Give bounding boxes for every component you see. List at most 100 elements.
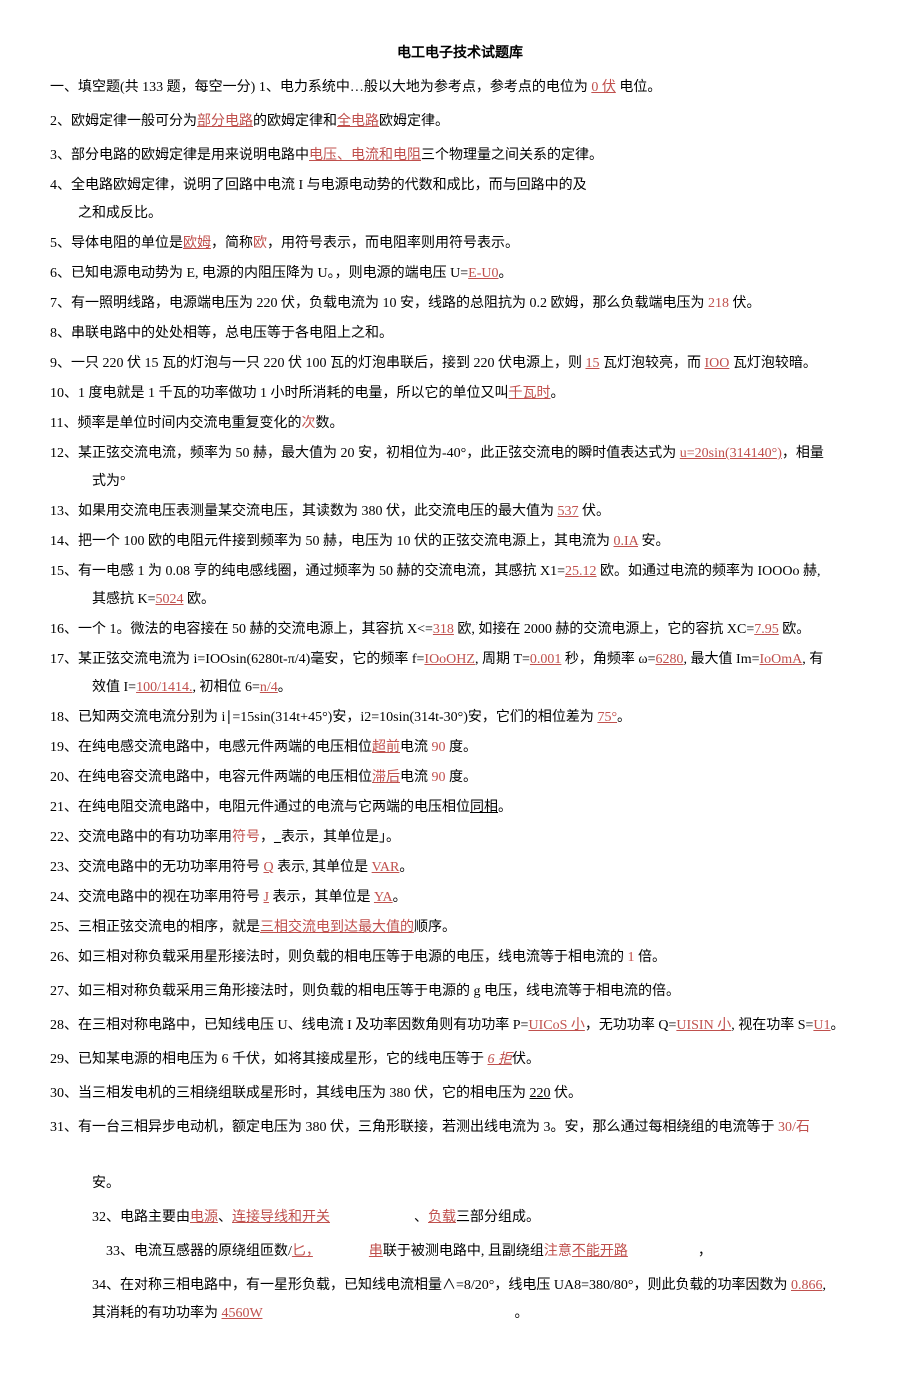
t: 度。 [446,770,478,785]
t: 5、导体电阻的单位是 [50,236,183,251]
q32: 32、电路主要由电源、连接导线和开关 、负载三部分组成。 [50,1204,870,1232]
q7: 7、有一照明线路，电源端电压为 220 伏，负载电流为 10 安，线路的总阻抗为… [50,290,870,318]
q31: 31、有一台三相异步电动机，额定电压为 380 伏，三角形联接，若测出线电流为 … [50,1114,870,1198]
t: 14、把一个 100 欧的电阻元件接到频率为 50 赫，电压为 10 伏的正弦交… [50,534,614,549]
a: 注意 [544,1244,572,1259]
t: 30、当三相发电机的三相绕组联成星形时，其线电压为 380 伏，它的相电压为 [50,1086,530,1101]
t: 联于被测电路中, 且副绕组 [383,1244,544,1259]
a: u=20sin(314140°) [680,446,782,461]
a: UISIN 小 [676,1018,731,1033]
t: 其消耗的有功功率为 [92,1306,222,1321]
t: 伏。 [512,1052,540,1067]
t: 9、一只 220 伏 15 瓦的灯泡与一只 220 伏 100 瓦的灯泡串联后，… [50,356,586,371]
t: 11、频率是单位时间内交流电重复变化的 [50,416,301,431]
a: 滞后 [372,770,400,785]
t: 、 [218,1210,232,1225]
a: 6280 [656,652,684,667]
t: 20、在纯电容交流电路中，电容元件两端的电压相位 [50,770,372,785]
u: _ [274,830,281,845]
q34: 34、在对称三相电路中，有一星形负载，已知线电流相量∧=8/20°，线电压 UA… [50,1272,870,1328]
t: 23、交流电路中的无功功率用符号 [50,860,264,875]
a: E-U0 [468,266,498,281]
t: 表示, 其单位是 [274,860,372,875]
t: 表示，其单位是 [269,890,374,905]
t: 伏。 [729,296,761,311]
q1-suf: 电位。 [616,80,662,95]
t: , 最大值 Im= [684,652,760,667]
q29: 29、已知某电源的相电压为 6 千伏，如将其接成星形，它的线电压等于 6 拒伏。 [50,1046,870,1074]
q25: 25、三相正弦交流电的相序，就是三相交流电到达最大值的顺序。 [50,914,870,942]
a: UICoS 小 [528,1018,584,1033]
t: 三个物理量之间关系的定律。 [421,148,603,163]
a: 7.95 [754,622,779,637]
t: , 视在功率 S= [731,1018,813,1033]
q4: 4、全电路欧姆定律，说明了回路中电流 I 与电源电动势的代数和成比，而与回路中的… [50,172,870,228]
a: 537 [558,504,579,519]
t: 8、串联电路中的处处相等，总电压等于各电阻上之和。 [50,326,393,341]
t: , 有 [802,652,823,667]
t: 伏。 [551,1086,583,1101]
q21: 21、在纯电阻交流电路中，电阻元件通过的电流与它两端的电压相位同相。 [50,794,870,822]
t: 顺序。 [414,920,456,935]
t: 欧姆定律。 [379,114,449,129]
a: 5024 [156,592,184,607]
a: IOO [705,356,730,371]
q5: 5、导体电阻的单位是欧姆，简称欧，用符号表示，而电阻率则用符号表示。 [50,230,870,258]
q24: 24、交流电路中的视在功率用符号 J 表示，其单位是 YA。 [50,884,870,912]
t: 瓦灯泡较亮，而 [600,356,705,371]
document-title: 电工电子技术试题库 [50,40,870,68]
q10: 10、1 度电就是 1 千瓦的功率做功 1 小时所消耗的电量，所以它的单位又叫千… [50,380,870,408]
q1: 一、填空题(共 133 题，每空一分) 1、电力系统中…般以大地为参考点，参考点… [50,74,870,102]
t: 4、全电路欧姆定律，说明了回路中电流 I 与电源电动势的代数和成比，而与回路中的… [50,178,587,193]
a: 超前 [372,740,400,755]
a: 0.866 [791,1278,823,1293]
t: 、 [414,1210,428,1225]
t: 。 [399,860,413,875]
q27: 27、如三相对称负载采用三角形接法时，则负载的相电压等于电源的 g 电压，线电流… [50,978,870,1006]
a: YA [374,890,393,905]
a: 90 [432,770,446,785]
q12: 12、某正弦交流电流，频率为 50 赫，最大值为 20 安，初相位为-40°，此… [50,440,870,496]
t: 10、1 度电就是 1 千瓦的功率做功 1 小时所消耗的电量，所以它的单位又叫 [50,386,509,401]
t: 19、在纯电感交流电路中，电感元件两端的电压相位 [50,740,372,755]
a: 25.12 [565,564,597,579]
t: 34、在对称三相电路中，有一星形负载，已知线电流相量∧=8/20°，线电压 UA… [92,1278,791,1293]
a: 欧 [253,236,267,251]
a: Q [264,860,274,875]
t: 欧。如通过电流的频率为 IOOOo 赫, [597,564,821,579]
a: 90 [432,740,446,755]
a: 30/石 [778,1120,810,1135]
a: 负载 [428,1210,456,1225]
a: 218 [708,296,729,311]
t: ，简称 [211,236,253,251]
t: 。 [831,1018,845,1033]
a: 电源 [190,1210,218,1225]
q15: 15、有一电感 1 为 0.08 亨的纯电感线圈，通过频率为 50 赫的交流电流… [50,558,870,614]
t: 7、有一照明线路，电源端电压为 220 伏，负载电流为 10 安，线路的总阻抗为… [50,296,708,311]
t: 效值 I= [50,680,136,695]
a: 1 [628,950,635,965]
t: 欧。 [779,622,811,637]
q16: 16、一个 1。微法的电容接在 50 赫的交流电源上，其容抗 X<=318 欧,… [50,616,870,644]
a: 15 [586,356,600,371]
a: 电压、电流和电阻 [309,148,421,163]
t [313,1244,369,1259]
q9: 9、一只 220 伏 15 瓦的灯泡与一只 220 伏 100 瓦的灯泡串联后，… [50,350,870,378]
t: 33、电流互感器的原绕组匝数/ [106,1244,292,1259]
t: 之和成反比。 [50,206,162,221]
t: 6、已知电源电动势为 E, 电源的内阻压降为 U。，则电源的端电压 U= [50,266,468,281]
t: 15、有一电感 1 为 0.08 亨的纯电感线圈，通过频率为 50 赫的交流电流… [50,564,565,579]
t: 2、欧姆定律一般可分为 [50,114,197,129]
q3: 3、部分电路的欧姆定律是用来说明电路中电压、电流和电阻三个物理量之间关系的定律。 [50,142,870,170]
a: 部分电路 [197,114,253,129]
t: 倍。 [635,950,667,965]
t: 瓦灯泡较暗。 [729,356,817,371]
q19: 19、在纯电感交流电路中，电感元件两端的电压相位超前电流 90 度。 [50,734,870,762]
a: 0.001 [530,652,562,667]
t: 。 [278,680,292,695]
t: , 周期 T= [475,652,530,667]
t: 表示，其单位是」。 [281,830,400,845]
t: ，用符号表示，而电阻率则用符号表示。 [267,236,519,251]
t: 电流 [400,740,432,755]
t: 式为° [50,474,126,489]
